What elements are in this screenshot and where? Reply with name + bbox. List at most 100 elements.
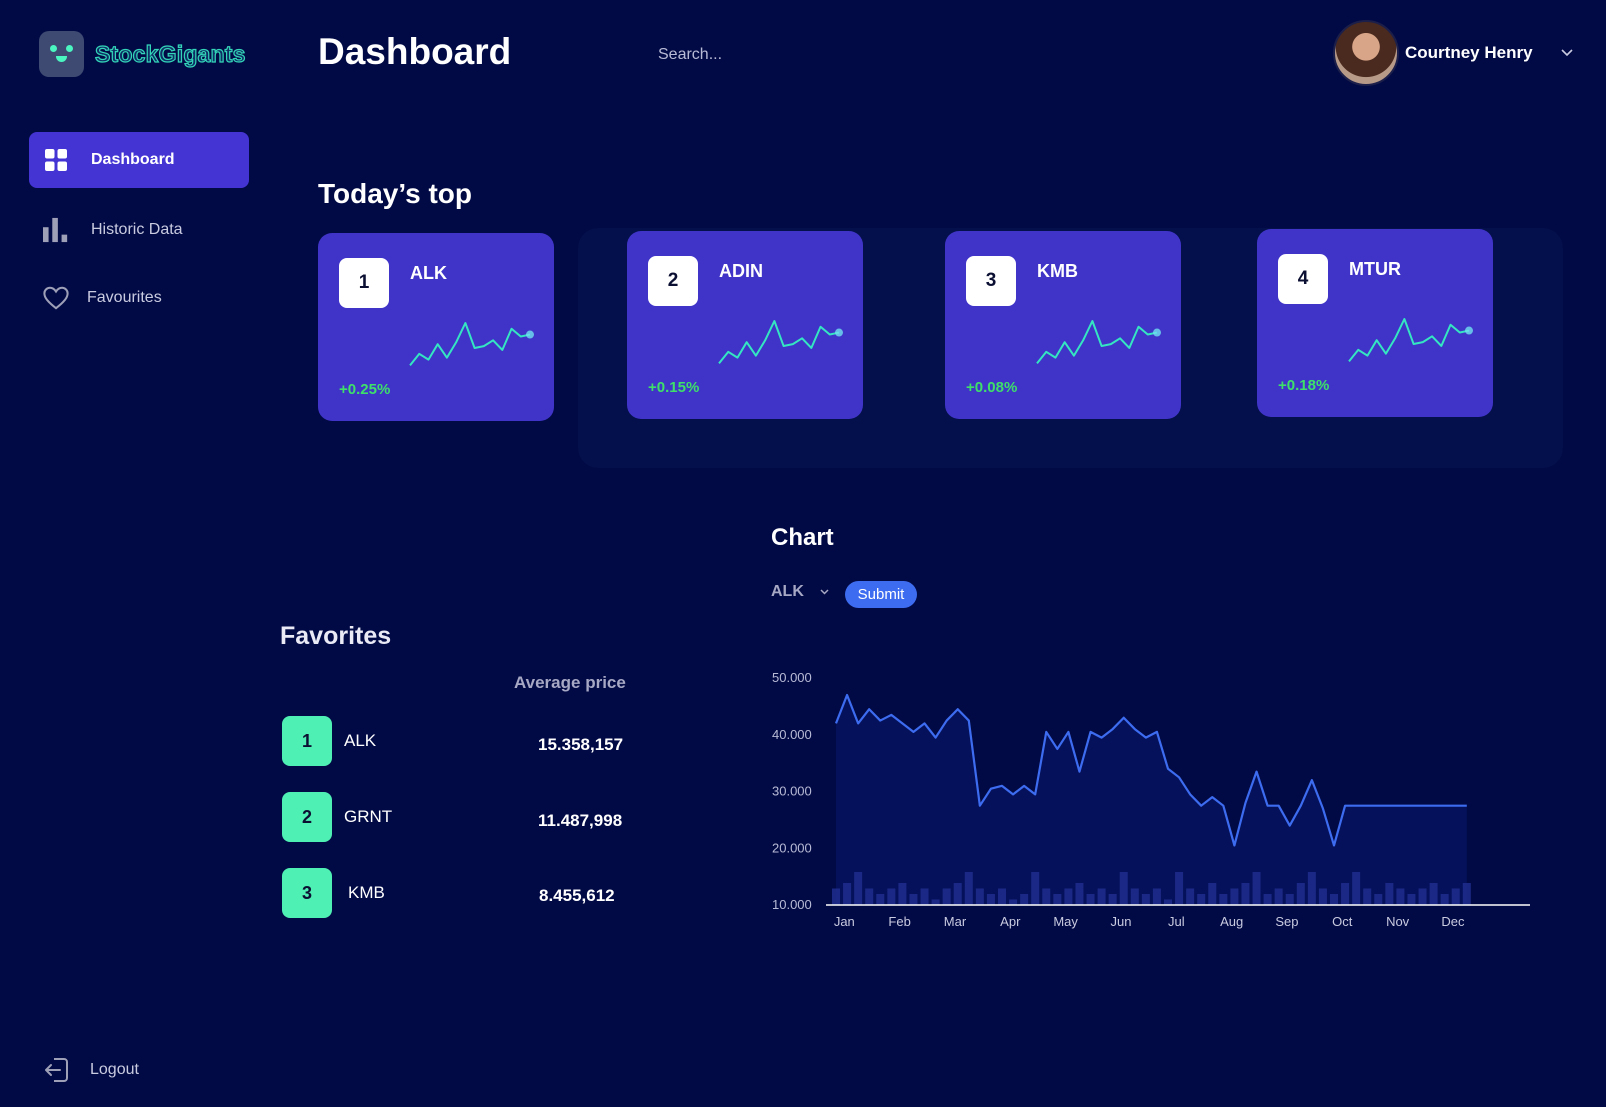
favorite-price: 8.455,612 (539, 886, 615, 905)
volume-bar (964, 872, 973, 905)
volume-bar (920, 888, 929, 905)
sparkline (1036, 320, 1161, 364)
volume-bar (1396, 888, 1405, 905)
volume-bar (1363, 888, 1372, 905)
volume-bar (1330, 894, 1338, 905)
volume-bar (843, 883, 852, 905)
page-title: Dashboard (318, 31, 512, 72)
ticker-select-value: ALK (771, 583, 804, 600)
x-tick-label: Jun (1110, 914, 1131, 929)
bar-chart-icon (43, 217, 69, 243)
price-chart: 10.000 20.000 30.000 40.000 50.000 Jan Feb Mar… (772, 670, 1530, 929)
sidebar-item-label: Dashboard (91, 151, 175, 168)
volume-bar (1263, 894, 1272, 905)
x-tick-label: Sep (1275, 914, 1298, 929)
volume-bar (931, 899, 940, 905)
favorite-price: 11.487,998 (538, 811, 623, 830)
favorite-ticker: ALK (344, 731, 377, 750)
rank-badge: 1 (282, 716, 332, 766)
volume-bar (1241, 883, 1250, 905)
rank-badge: 2 (282, 792, 332, 842)
volume-bar (1141, 894, 1150, 905)
top-card[interactable]: 1 ALK +0.25% (318, 233, 554, 421)
y-tick-label: 50.000 (772, 670, 812, 685)
submit-button[interactable]: Submit (845, 581, 917, 608)
volume-bar (1197, 894, 1206, 905)
volume-bar (1285, 894, 1294, 905)
favorite-ticker: KMB (348, 883, 385, 902)
ticker-select[interactable]: ALK (771, 583, 830, 601)
card-change: +0.15% (648, 379, 700, 396)
volume-bar (1042, 888, 1051, 905)
todays-top-title: Today’s top (318, 178, 472, 209)
favorite-row[interactable]: 1 ALK 15.358,157 (282, 716, 642, 766)
logo-text: StockGigants (94, 40, 246, 67)
favorite-row[interactable]: 3 KMB 8.455,612 (282, 868, 642, 918)
x-tick-labels: Jan Feb Mar Apr May Jun Jul Aug Sep Oct Nov Dec (834, 914, 1465, 929)
top-card[interactable]: 2 ADIN +0.15% (627, 231, 863, 419)
sparkline (1348, 318, 1473, 362)
volume-bar (1053, 894, 1062, 905)
sparkline (409, 322, 534, 366)
volume-bar (953, 883, 962, 905)
card-ticker: ALK (410, 263, 447, 283)
chart-area-fill (836, 695, 1467, 905)
volume-bar (1296, 883, 1305, 905)
logo-mark (39, 31, 84, 77)
rank-badge: 2 (648, 256, 698, 306)
sidebar-nav: Dashboard Historic Data Favourites (29, 132, 249, 326)
logo[interactable]: StockGigants (39, 31, 246, 77)
card-ticker: ADIN (719, 261, 763, 281)
volume-bar (1274, 888, 1283, 905)
rank-badge: 3 (966, 256, 1016, 306)
card-change: +0.25% (339, 381, 391, 398)
user-menu[interactable]: Courtney Henry (1333, 20, 1575, 86)
average-price-header: Average price (514, 673, 626, 692)
y-tick-label: 20.000 (772, 840, 812, 855)
volume-bar (1318, 888, 1327, 905)
volume-bar (832, 888, 840, 905)
favorites-title: Favorites (280, 622, 392, 650)
volume-bar (975, 888, 984, 905)
x-tick-label: Nov (1386, 914, 1410, 929)
favorite-row[interactable]: 2 GRNT 11.487,998 (282, 792, 642, 842)
volume-bar (1307, 872, 1316, 905)
user-name: Courtney Henry (1405, 43, 1533, 62)
x-tick-label: Mar (944, 914, 967, 929)
volume-bar (1407, 894, 1416, 905)
sidebar-item-favourites[interactable]: Favourites (29, 270, 249, 326)
volume-bar (1208, 883, 1217, 905)
volume-bar (1119, 872, 1128, 905)
volume-bar (854, 872, 863, 905)
volume-bar (1075, 883, 1084, 905)
sidebar-item-historic-data[interactable]: Historic Data (29, 202, 249, 258)
volume-bar (1219, 894, 1228, 905)
volume-bar (1451, 888, 1460, 905)
volume-bar (1130, 888, 1139, 905)
sidebar-item-dashboard[interactable]: Dashboard (29, 132, 249, 188)
x-tick-label: Aug (1220, 914, 1243, 929)
sparkline-end-dot (835, 328, 843, 337)
chevron-down-icon (1560, 46, 1575, 60)
avatar (1333, 20, 1399, 86)
top-card[interactable]: 3 KMB +0.08% (945, 231, 1181, 419)
volume-bar (1152, 888, 1161, 905)
rank-badge: 3 (282, 868, 332, 918)
volume-bar (1252, 872, 1261, 905)
sparkline (718, 320, 843, 364)
search-input[interactable] (658, 40, 1078, 70)
logout-icon (42, 1056, 70, 1084)
sparkline-end-dot (1153, 328, 1161, 337)
rank-badge: 4 (1278, 254, 1328, 304)
favorite-ticker: GRNT (344, 807, 393, 826)
volume-bar (1418, 888, 1427, 905)
volume-bar (909, 894, 918, 905)
rank-badge: 1 (339, 258, 389, 308)
logout-button[interactable]: Logout (42, 1056, 139, 1084)
card-change: +0.08% (966, 379, 1018, 396)
top-card[interactable]: 4 MTUR +0.18% (1257, 229, 1493, 417)
favorite-price: 15.358,157 (538, 735, 624, 754)
x-tick-label: Feb (888, 914, 910, 929)
chart-area-group (836, 695, 1467, 905)
x-tick-label: Apr (1000, 914, 1021, 929)
